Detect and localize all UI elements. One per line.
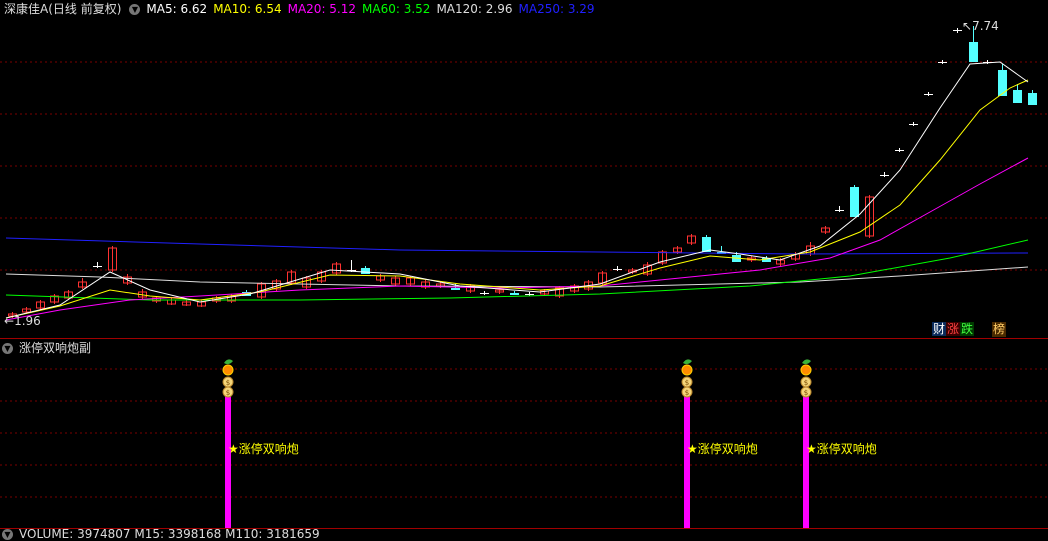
ma250-label: MA250: 3.29	[518, 2, 595, 16]
candle-body	[1013, 90, 1022, 103]
candle-body	[880, 175, 889, 176]
leaf-icon	[224, 359, 233, 365]
candle-body	[525, 294, 534, 295]
ma5-label: MA5: 6.62	[146, 2, 208, 16]
candle-body	[909, 124, 918, 125]
dollar-icon: $	[685, 379, 689, 387]
signal-bar	[803, 394, 809, 529]
finance-tag[interactable]: 财	[932, 322, 947, 336]
dropdown-icon[interactable]: ▼	[2, 528, 13, 540]
indicator-header: ▼ 涨停双响炮副	[0, 339, 97, 357]
signal-bar	[225, 394, 231, 529]
candle-body	[480, 293, 489, 294]
ma120-label: MA120: 2.96	[436, 2, 513, 16]
dollar-icon: $	[804, 379, 808, 387]
rise-tag[interactable]: 涨	[946, 322, 961, 336]
leaf-icon	[802, 359, 811, 365]
candle-body	[938, 62, 947, 63]
ma60-label: MA60: 3.52	[362, 2, 431, 16]
dropdown-icon[interactable]: ▼	[2, 342, 13, 354]
ma20-label: MA20: 5.12	[287, 2, 357, 16]
dollar-icon: $	[804, 389, 808, 397]
signal-bar	[684, 394, 690, 529]
dollar-icon: $	[226, 389, 230, 397]
candle-body	[1028, 93, 1037, 105]
candle-body	[895, 150, 904, 151]
indicator-panel[interactable]: $ $ $ $ $ $ ▼ 涨停双响炮副 ★涨停双响炮 ★涨停双响炮 ★涨停双响炮	[0, 338, 1048, 529]
candle-body	[361, 268, 370, 274]
candle-body	[850, 187, 859, 217]
main-header: 深康佳A (日线 前复权) ▼ MA5: 6.62 MA10: 6.54 MA2…	[0, 0, 601, 18]
signal-label-1: ★涨停双响炮	[228, 442, 299, 456]
candle-body	[835, 210, 844, 211]
orange-icon	[681, 364, 693, 376]
period-label: (日线 前复权)	[48, 2, 122, 16]
indicator-chart[interactable]: $ $ $ $ $ $	[0, 339, 1048, 529]
candle-body	[93, 266, 102, 267]
dollar-icon: $	[685, 389, 689, 397]
candle-body	[924, 94, 933, 95]
stock-title[interactable]: 深康佳A	[4, 0, 48, 18]
kline-chart[interactable]	[0, 0, 1048, 338]
dollar-icon: $	[226, 379, 230, 387]
orange-icon	[800, 364, 812, 376]
low-price-mark: ←1.96	[4, 314, 41, 328]
ma20-line	[5, 157, 1029, 321]
candle-body	[953, 30, 962, 31]
signal-label-3: ★涨停双响炮	[806, 442, 877, 456]
volume-header: ▼ VOLUME: 3974807 M15: 3398168 M110: 318…	[0, 527, 326, 541]
high-price-mark: ↖7.74	[962, 19, 999, 33]
candle-body	[613, 269, 622, 270]
dropdown-icon[interactable]: ▼	[129, 3, 141, 15]
candle-body	[451, 288, 460, 290]
candle-body	[998, 70, 1007, 96]
candle-body	[969, 42, 978, 62]
candle-body	[510, 293, 519, 295]
signal-label-2: ★涨停双响炮	[687, 442, 758, 456]
rank-tag[interactable]: 榜	[992, 322, 1007, 337]
ma10-line	[5, 79, 1029, 319]
orange-icon	[222, 364, 234, 376]
fall-tag[interactable]: 跌	[960, 322, 975, 336]
ma250-line	[5, 237, 1029, 255]
volume-label: VOLUME: 3974807 M15: 3398168 M110: 31816…	[19, 527, 320, 541]
main-chart-panel[interactable]: 深康佳A (日线 前复权) ▼ MA5: 6.62 MA10: 6.54 MA2…	[0, 0, 1048, 338]
ma10-label: MA10: 6.54	[213, 2, 282, 16]
info-tags: 财涨跌 榜	[932, 322, 1007, 337]
indicator-name[interactable]: 涨停双响炮副	[19, 339, 91, 357]
leaf-icon	[683, 359, 692, 365]
